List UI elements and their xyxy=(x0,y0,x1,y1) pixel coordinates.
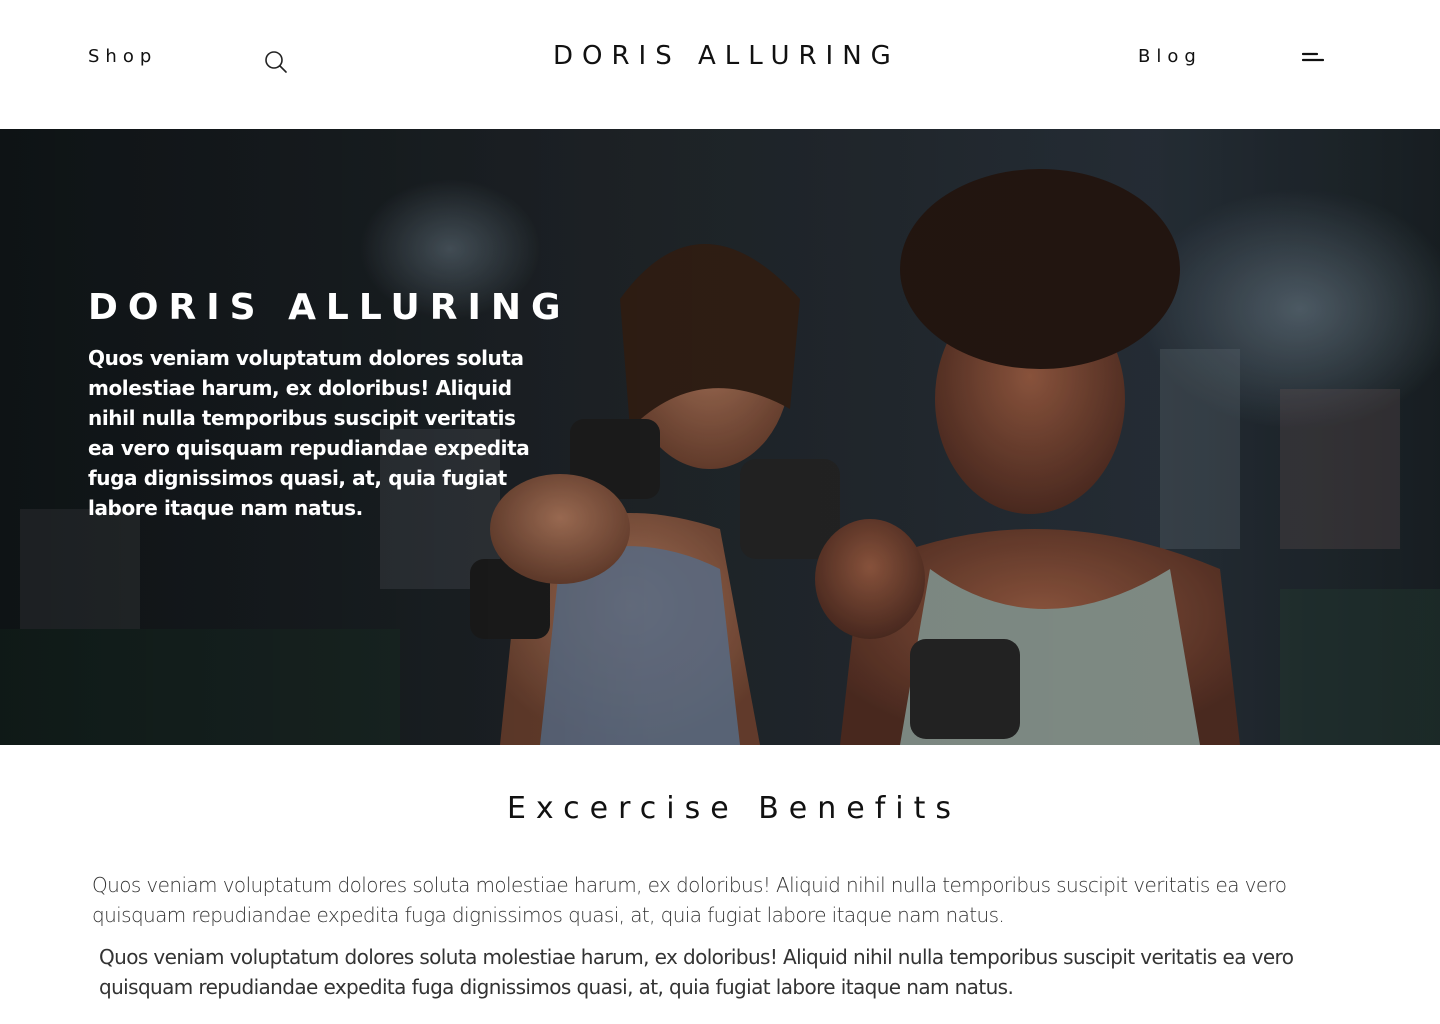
hero-section: DORIS ALLURING Quos veniam voluptatum do… xyxy=(0,129,1440,745)
brand-logo-text[interactable]: DORIS ALLURING xyxy=(553,40,893,72)
search-button[interactable] xyxy=(262,49,290,75)
hero-title: DORIS ALLURING xyxy=(88,287,571,328)
site-header: Shop DORIS ALLURING Blog xyxy=(0,0,1440,129)
nav-blog-link[interactable]: Blog xyxy=(1138,46,1202,68)
benefits-paragraph: Quos veniam voluptatum dolores soluta mo… xyxy=(92,873,1287,927)
benefits-title: Excercise Benefits xyxy=(506,791,962,826)
benefits-paragraph: Quos veniam voluptatum dolores soluta mo… xyxy=(99,945,1294,999)
menu-button[interactable] xyxy=(1301,50,1325,66)
menu-icon xyxy=(1301,52,1325,62)
search-icon xyxy=(265,51,287,73)
hero-description: Quos veniam voluptatum dolores soluta mo… xyxy=(88,346,530,520)
nav-shop-link[interactable]: Shop xyxy=(88,46,157,68)
